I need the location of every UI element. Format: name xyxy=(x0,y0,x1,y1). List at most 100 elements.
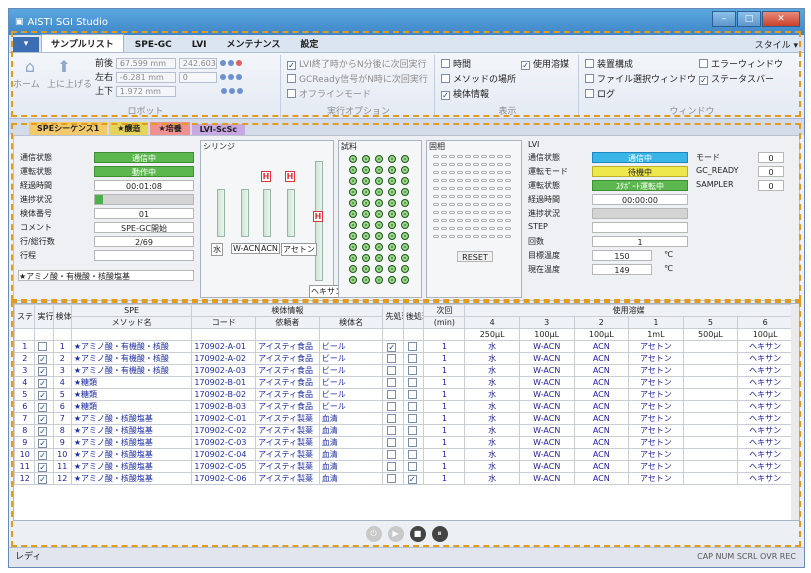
stop-button[interactable]: ■ xyxy=(409,526,426,542)
pre-checkbox-cell[interactable] xyxy=(382,364,404,377)
tab-lvi[interactable]: LVI xyxy=(183,38,216,52)
post-checkbox-cell[interactable] xyxy=(402,448,425,461)
pause-button[interactable]: ⏸ xyxy=(431,526,448,542)
style-dropdown[interactable]: スタイル ▾ xyxy=(755,38,798,51)
tab-settings[interactable]: 設定 xyxy=(291,35,327,52)
post-checkbox-cell[interactable] xyxy=(402,364,425,377)
window-checkbox-file[interactable] xyxy=(585,74,594,83)
post-checkbox[interactable] xyxy=(407,401,417,411)
col-solvent[interactable]: 使用溶媒 xyxy=(464,304,793,317)
exec-checkbox[interactable]: ✓ xyxy=(38,474,48,484)
pre-checkbox-cell[interactable] xyxy=(382,412,404,425)
exec-checkbox-0[interactable]: ✓ xyxy=(287,61,296,70)
exec-checkbox-2[interactable] xyxy=(287,89,296,98)
col-post[interactable]: 後処理 xyxy=(402,304,425,329)
window-checkbox-error[interactable] xyxy=(699,59,708,68)
pre-checkbox[interactable] xyxy=(387,437,397,447)
post-checkbox-cell[interactable] xyxy=(402,460,425,473)
pre-checkbox[interactable] xyxy=(387,473,397,483)
exec-checkbox[interactable]: ✓ xyxy=(38,390,48,400)
pre-checkbox-cell[interactable] xyxy=(382,460,404,473)
exec-checkbox-cell[interactable]: ✓ xyxy=(34,376,54,389)
exec-checkbox[interactable]: ✓ xyxy=(38,378,48,388)
post-checkbox[interactable] xyxy=(407,437,417,447)
col-sample-info[interactable]: 検体情報 xyxy=(191,304,384,317)
power-button[interactable]: ⏻ xyxy=(365,526,382,542)
col-client[interactable]: 依頼者 xyxy=(255,316,320,329)
tab-spe-gc[interactable]: SPE-GC xyxy=(126,38,181,52)
exec-checkbox[interactable]: ✓ xyxy=(38,366,48,376)
pre-checkbox-cell[interactable] xyxy=(382,376,404,389)
exec-checkbox[interactable]: ✓ xyxy=(38,438,48,448)
col-solvent-num[interactable]: 3 xyxy=(518,316,575,329)
maximize-button[interactable]: □ xyxy=(737,11,761,27)
pre-checkbox-cell[interactable]: ✓ xyxy=(382,340,404,353)
pre-checkbox-cell[interactable] xyxy=(382,472,404,485)
window-checkbox-log[interactable] xyxy=(585,89,594,98)
exec-checkbox[interactable]: ✓ xyxy=(38,354,48,364)
post-checkbox-cell[interactable] xyxy=(402,412,425,425)
table-row[interactable]: 7 ✓ 7 ★アミノ酸・核酸塩基 170902-C-01 アイスティ製薬 血清 1 水 W-ACN… xyxy=(14,412,793,425)
post-checkbox[interactable] xyxy=(407,425,417,435)
col-spe[interactable]: SPE xyxy=(70,304,193,317)
pre-checkbox[interactable] xyxy=(387,353,397,363)
post-checkbox-cell[interactable] xyxy=(402,388,425,401)
col-sample-no[interactable]: 検体No xyxy=(52,304,72,329)
post-checkbox-cell[interactable] xyxy=(402,376,425,389)
post-checkbox-cell[interactable] xyxy=(402,424,425,437)
post-checkbox-cell[interactable]: ✓ xyxy=(402,472,425,485)
post-checkbox[interactable]: ✓ xyxy=(407,474,417,484)
display-checkbox-time[interactable] xyxy=(441,59,450,68)
exec-checkbox-cell[interactable]: ✓ xyxy=(34,460,54,473)
col-solvent-num[interactable]: 1 xyxy=(628,316,684,329)
post-checkbox-cell[interactable] xyxy=(402,352,425,365)
exec-checkbox[interactable] xyxy=(38,341,48,351)
exec-checkbox-cell[interactable]: ✓ xyxy=(34,436,54,449)
app-menu-button[interactable]: ▾ xyxy=(13,37,39,52)
col-solvent-num[interactable]: 5 xyxy=(682,316,739,329)
post-checkbox[interactable] xyxy=(407,389,417,399)
post-checkbox[interactable] xyxy=(407,461,417,471)
table-row[interactable]: 8 ✓ 8 ★アミノ酸・核酸塩基 170902-C-02 アイスティ製薬 血清 1 水 W-ACN… xyxy=(14,424,793,437)
pre-checkbox-cell[interactable] xyxy=(382,388,404,401)
pre-checkbox[interactable] xyxy=(387,461,397,471)
pre-checkbox[interactable] xyxy=(387,365,397,375)
table-row[interactable]: 6 ✓ 6 ★糖類 170902-B-03 アイスティ食品 ビール 1 水 W-ACN ACN アセト… xyxy=(14,400,793,413)
display-checkbox-method[interactable] xyxy=(441,74,450,83)
col-code[interactable]: コード xyxy=(191,316,257,329)
post-checkbox[interactable] xyxy=(407,413,417,423)
col-solvent-num[interactable]: 6 xyxy=(737,316,793,329)
table-row[interactable]: 2 ✓ 2 ★アミノ酸・有機酸・核酸 170902-A-02 アイスティ食品 ビール 1 水 W-… xyxy=(14,352,793,365)
pre-checkbox-cell[interactable] xyxy=(382,436,404,449)
col-exec[interactable]: 実行 xyxy=(34,304,54,329)
exec-checkbox-cell[interactable]: ✓ xyxy=(34,472,54,485)
col-sname[interactable]: 検体名 xyxy=(318,316,384,329)
doc-tab-spe-sequence[interactable]: SPEシーケンス1 xyxy=(29,122,108,135)
tab-maintenance[interactable]: メンテナンス xyxy=(218,35,290,52)
table-row[interactable]: 5 ✓ 5 ★糖類 170902-B-02 アイスティ食品 ビール 1 水 W-ACN ACN アセト… xyxy=(14,388,793,401)
post-checkbox[interactable] xyxy=(407,449,417,459)
doc-tab-brewing[interactable]: ★醸造 xyxy=(109,122,149,135)
col-next[interactable]: 次回 xyxy=(423,304,466,317)
table-row[interactable]: 11 ✓ 11 ★アミノ酸・核酸塩基 170902-C-05 アイスティ製薬 血清 1 水 W-A… xyxy=(14,460,793,473)
col-method[interactable]: メソッド名 xyxy=(70,316,193,329)
col-pre[interactable]: 先処理 xyxy=(382,304,404,329)
pre-checkbox-cell[interactable] xyxy=(382,448,404,461)
pre-checkbox[interactable] xyxy=(387,389,397,399)
exec-checkbox-cell[interactable]: ✓ xyxy=(34,364,54,377)
pre-checkbox[interactable]: ✓ xyxy=(387,342,397,352)
exec-checkbox-cell[interactable] xyxy=(34,340,54,353)
doc-tab-lvi[interactable]: LVI-ScSc xyxy=(191,124,246,135)
window-checkbox-config[interactable] xyxy=(585,59,594,68)
exec-checkbox-1[interactable] xyxy=(287,74,296,83)
post-checkbox[interactable] xyxy=(407,365,417,375)
tab-sample-list[interactable]: サンプルリスト xyxy=(41,34,124,52)
exec-checkbox-cell[interactable]: ✓ xyxy=(34,424,54,437)
reset-button[interactable]: RESET xyxy=(457,251,493,262)
pre-checkbox-cell[interactable] xyxy=(382,424,404,437)
lift-button[interactable]: 上に上げる xyxy=(47,77,92,90)
post-checkbox[interactable] xyxy=(407,353,417,363)
minimize-button[interactable]: – xyxy=(712,11,736,27)
close-button[interactable]: ✕ xyxy=(762,11,800,27)
window-checkbox-status[interactable]: ✓ xyxy=(699,76,708,85)
